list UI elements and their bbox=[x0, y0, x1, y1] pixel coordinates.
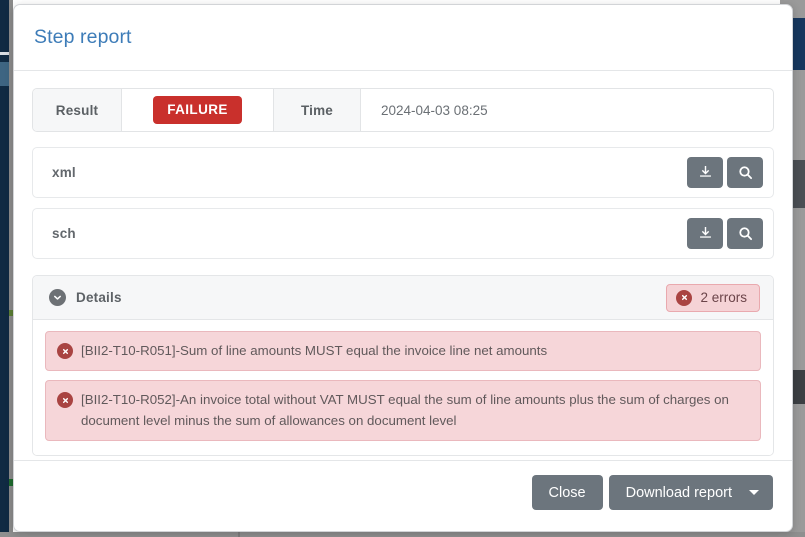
search-icon bbox=[738, 226, 753, 241]
error-message: [BII2-T10-R051]-Sum of line amounts MUST… bbox=[81, 343, 548, 358]
close-button[interactable]: Close bbox=[531, 475, 603, 510]
result-value-cell: FAILURE bbox=[122, 89, 273, 131]
status-badge: FAILURE bbox=[153, 96, 242, 124]
artifact-name: xml bbox=[52, 165, 76, 180]
chevron-down-circle-icon bbox=[49, 289, 66, 306]
artifact-row: sch bbox=[32, 208, 774, 259]
errors-count-label: 2 errors bbox=[700, 290, 747, 305]
artifact-actions bbox=[687, 218, 763, 249]
dialog-footer: Close Download report bbox=[14, 460, 792, 531]
errors-count-badge: 2 errors bbox=[666, 283, 760, 312]
details-panel: Details 2 errors [BII2-T10-R051]-Sum of … bbox=[32, 275, 774, 456]
time-label: Time bbox=[273, 89, 361, 131]
error-list-item: [BII2-T10-R051]-Sum of line amounts MUST… bbox=[45, 331, 761, 371]
page-title: Step report bbox=[34, 26, 132, 48]
caret-down-icon[interactable] bbox=[749, 490, 759, 495]
artifact-actions bbox=[687, 157, 763, 188]
download-sch-button[interactable] bbox=[687, 218, 723, 249]
error-circle-icon bbox=[57, 343, 73, 359]
step-report-dialog: Step report Result FAILURE Time 2024-04-… bbox=[13, 4, 793, 532]
download-report-button[interactable]: Download report bbox=[608, 475, 773, 510]
error-list-item: [BII2-T10-R052]-An invoice total without… bbox=[45, 380, 761, 441]
artifact-row: xml bbox=[32, 147, 774, 198]
details-toggle[interactable]: Details bbox=[49, 289, 666, 306]
download-xml-button[interactable] bbox=[687, 157, 723, 188]
background-sidebar-divider bbox=[0, 52, 9, 55]
download-report-label: Download report bbox=[625, 484, 732, 501]
download-icon bbox=[698, 226, 713, 241]
error-message: [BII2-T10-R052]-An invoice total without… bbox=[81, 392, 729, 428]
result-label: Result bbox=[33, 89, 122, 131]
time-value: 2024-04-03 08:25 bbox=[381, 102, 488, 118]
error-circle-icon bbox=[676, 289, 693, 306]
result-summary-strip: Result FAILURE Time 2024-04-03 08:25 bbox=[32, 88, 774, 132]
view-sch-button[interactable] bbox=[727, 218, 763, 249]
details-label: Details bbox=[76, 290, 122, 305]
details-panel-header: Details 2 errors bbox=[33, 276, 773, 320]
error-circle-icon bbox=[57, 392, 73, 408]
artifact-name: sch bbox=[52, 226, 76, 241]
download-icon bbox=[698, 165, 713, 180]
search-icon bbox=[738, 165, 753, 180]
details-panel-body: [BII2-T10-R051]-Sum of line amounts MUST… bbox=[33, 320, 773, 455]
background-sidebar-active-item bbox=[0, 62, 9, 86]
dialog-body: Result FAILURE Time 2024-04-03 08:25 xml bbox=[14, 71, 792, 460]
dialog-header: Step report bbox=[14, 5, 792, 71]
background-bottom-bar bbox=[0, 532, 805, 537]
view-xml-button[interactable] bbox=[727, 157, 763, 188]
